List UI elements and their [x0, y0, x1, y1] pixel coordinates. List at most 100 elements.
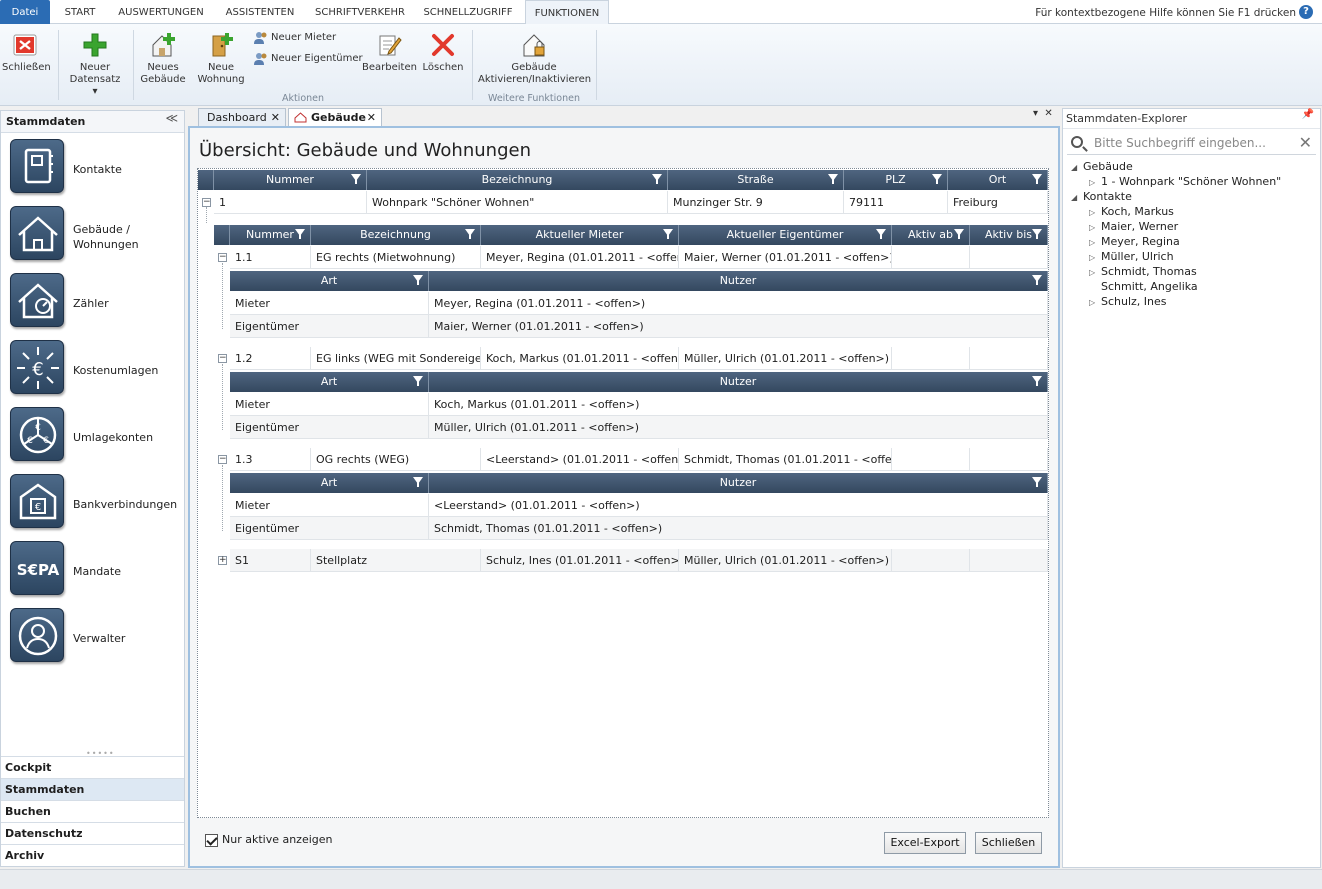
tree-node-gebaeude[interactable]: Gebäude: [1083, 159, 1133, 174]
filter-icon[interactable]: [1032, 275, 1042, 285]
filter-icon[interactable]: [1032, 376, 1042, 386]
table-cell[interactable]: 1.3: [230, 448, 311, 471]
nav-archiv[interactable]: Archiv: [1, 844, 184, 866]
checkbox-checked-icon[interactable]: [205, 833, 218, 847]
table-cell[interactable]: <Leerstand> (01.01.2011 - <offen>): [481, 448, 679, 471]
col-header-nummer[interactable]: Nummer: [214, 170, 367, 190]
col-header-art[interactable]: Art: [230, 473, 429, 493]
explorer-search-input[interactable]: Bitte Suchbegriff eingeben... ✕: [1067, 133, 1316, 155]
tab-assistenten[interactable]: ASSISTENTEN: [220, 0, 300, 24]
table-cell[interactable]: Stellplatz: [311, 549, 481, 572]
filter-icon[interactable]: [351, 174, 361, 184]
table-cell[interactable]: [970, 448, 1048, 471]
filter-icon[interactable]: [1032, 477, 1042, 487]
col-header-bezeichnung[interactable]: Bezeichnung: [367, 170, 668, 190]
col-header-unit-bezeichnung[interactable]: Bezeichnung: [311, 225, 481, 245]
tab-schnellzugriff[interactable]: SCHNELLZUGRIFF: [418, 0, 518, 24]
table-cell[interactable]: [970, 549, 1048, 572]
filter-icon[interactable]: [413, 376, 423, 386]
table-cell[interactable]: Mieter: [230, 494, 429, 517]
col-header-nutzer[interactable]: Nutzer: [429, 271, 1048, 291]
tree-collapsed-icon[interactable]: ▷: [1089, 268, 1095, 277]
activate-building-button[interactable]: Gebäude Aktivieren/Inaktivieren: [478, 32, 591, 86]
tab-auswertungen[interactable]: AUSWERTUNGEN: [112, 0, 210, 24]
table-cell[interactable]: [892, 347, 970, 370]
collapse-row-icon[interactable]: −: [218, 455, 227, 464]
close-tab-icon[interactable]: ✕: [271, 109, 280, 126]
tab-funktionen[interactable]: FUNKTIONEN: [525, 0, 609, 25]
table-cell[interactable]: Freiburg: [948, 191, 1048, 214]
nav-umlagekonten[interactable]: € € € Umlagekonten: [1, 404, 184, 471]
table-cell[interactable]: Meyer, Regina (01.01.2011 - <offen>): [429, 292, 1048, 315]
col-header-nutzer[interactable]: Nutzer: [429, 473, 1048, 493]
nav-buchen[interactable]: Buchen: [1, 800, 184, 822]
table-cell[interactable]: [892, 246, 970, 269]
table-cell[interactable]: EG links (WEG mit Sondereigen): [311, 347, 481, 370]
table-cell[interactable]: Wohnpark "Schöner Wohnen": [367, 191, 668, 214]
tree-collapsed-icon[interactable]: ▷: [1089, 208, 1095, 217]
table-cell[interactable]: Mieter: [230, 393, 429, 416]
tree-collapsed-icon[interactable]: ▷: [1089, 223, 1095, 232]
tree-expanded-icon[interactable]: ◢: [1071, 163, 1077, 172]
excel-export-button[interactable]: Excel-Export: [884, 832, 966, 854]
filter-icon[interactable]: [652, 174, 662, 184]
table-cell[interactable]: Schmidt, Thomas (01.01.2011 - <offen>): [429, 517, 1048, 540]
table-cell[interactable]: 1.2: [230, 347, 311, 370]
table-cell[interactable]: OG rechts (WEG): [311, 448, 481, 471]
tree-collapsed-icon[interactable]: ▷: [1089, 238, 1095, 247]
only-active-checkbox[interactable]: Nur aktive anzeigen: [205, 833, 333, 847]
tree-node-contact[interactable]: Schmidt, Thomas: [1101, 264, 1197, 279]
filter-icon[interactable]: [295, 229, 305, 239]
tree-node-contact[interactable]: Schulz, Ines: [1101, 294, 1167, 309]
col-header-mieter[interactable]: Aktueller Mieter: [481, 225, 679, 245]
collapse-row-icon[interactable]: −: [218, 354, 227, 363]
tree-node-building[interactable]: 1 - Wohnpark "Schöner Wohnen": [1101, 174, 1281, 189]
tree-node-contact[interactable]: Meyer, Regina: [1101, 234, 1180, 249]
dropdown-icon[interactable]: ▾: [1033, 108, 1038, 119]
filter-icon[interactable]: [465, 229, 475, 239]
nav-stammdaten[interactable]: Stammdaten: [1, 778, 184, 800]
pin-icon[interactable]: 📌: [1302, 109, 1314, 120]
filter-icon[interactable]: [413, 275, 423, 285]
filter-icon[interactable]: [828, 174, 838, 184]
col-header-aktiv-bis[interactable]: Aktiv bis: [970, 225, 1048, 245]
filter-icon[interactable]: [932, 174, 942, 184]
nav-datenschutz[interactable]: Datenschutz: [1, 822, 184, 844]
table-cell[interactable]: Munzinger Str. 9: [668, 191, 844, 214]
tree-collapsed-icon[interactable]: ▷: [1089, 298, 1095, 307]
new-tenant-button[interactable]: Neuer Mieter: [254, 30, 336, 46]
table-cell[interactable]: Koch, Markus (01.01.2011 - <offen>): [429, 393, 1048, 416]
collapse-icon[interactable]: ≪: [165, 111, 178, 125]
table-cell[interactable]: <Leerstand> (01.01.2011 - <offen>): [429, 494, 1048, 517]
table-cell[interactable]: [970, 347, 1048, 370]
nav-verwalter[interactable]: Verwalter: [1, 605, 184, 672]
table-cell[interactable]: [970, 246, 1048, 269]
tree-node-kontakte[interactable]: Kontakte: [1083, 189, 1132, 204]
table-cell[interactable]: 1: [214, 191, 367, 214]
tree-collapsed-icon[interactable]: ▷: [1089, 253, 1095, 262]
table-cell[interactable]: Koch, Markus (01.01.2011 - <offen>): [481, 347, 679, 370]
table-cell[interactable]: EG rechts (Mietwohnung): [311, 246, 481, 269]
tree-node-contact[interactable]: Müller, Ulrich: [1101, 249, 1174, 264]
table-cell[interactable]: 1.1: [230, 246, 311, 269]
filter-icon[interactable]: [954, 229, 964, 239]
table-cell[interactable]: Müller, Ulrich (01.01.2011 - <offen>): [679, 549, 892, 572]
col-header-art[interactable]: Art: [230, 372, 429, 392]
col-header-plz[interactable]: PLZ: [844, 170, 948, 190]
nav-mandate[interactable]: S€PA Mandate: [1, 538, 184, 605]
filter-icon[interactable]: [413, 477, 423, 487]
new-record-button[interactable]: Neuer Datensatz ▾: [66, 32, 124, 98]
table-cell[interactable]: Müller, Ulrich (01.01.2011 - <offen>): [679, 347, 892, 370]
nav-cockpit[interactable]: Cockpit: [1, 756, 184, 778]
tab-datei[interactable]: Datei: [0, 0, 50, 24]
new-building-button[interactable]: Neues Gebäude: [138, 32, 188, 86]
nav-zaehler[interactable]: Zähler: [1, 270, 184, 337]
nav-kontakte[interactable]: Kontakte: [1, 136, 184, 203]
table-cell[interactable]: [892, 448, 970, 471]
filter-icon[interactable]: [876, 229, 886, 239]
delete-button[interactable]: Löschen: [420, 32, 466, 74]
tab-gebaeude[interactable]: Gebäude ✕: [288, 108, 382, 126]
table-cell[interactable]: 79111: [844, 191, 948, 214]
close-document-icon[interactable]: ✕: [1044, 108, 1052, 119]
table-cell[interactable]: Meyer, Regina (01.01.2011 - <offen>): [481, 246, 679, 269]
